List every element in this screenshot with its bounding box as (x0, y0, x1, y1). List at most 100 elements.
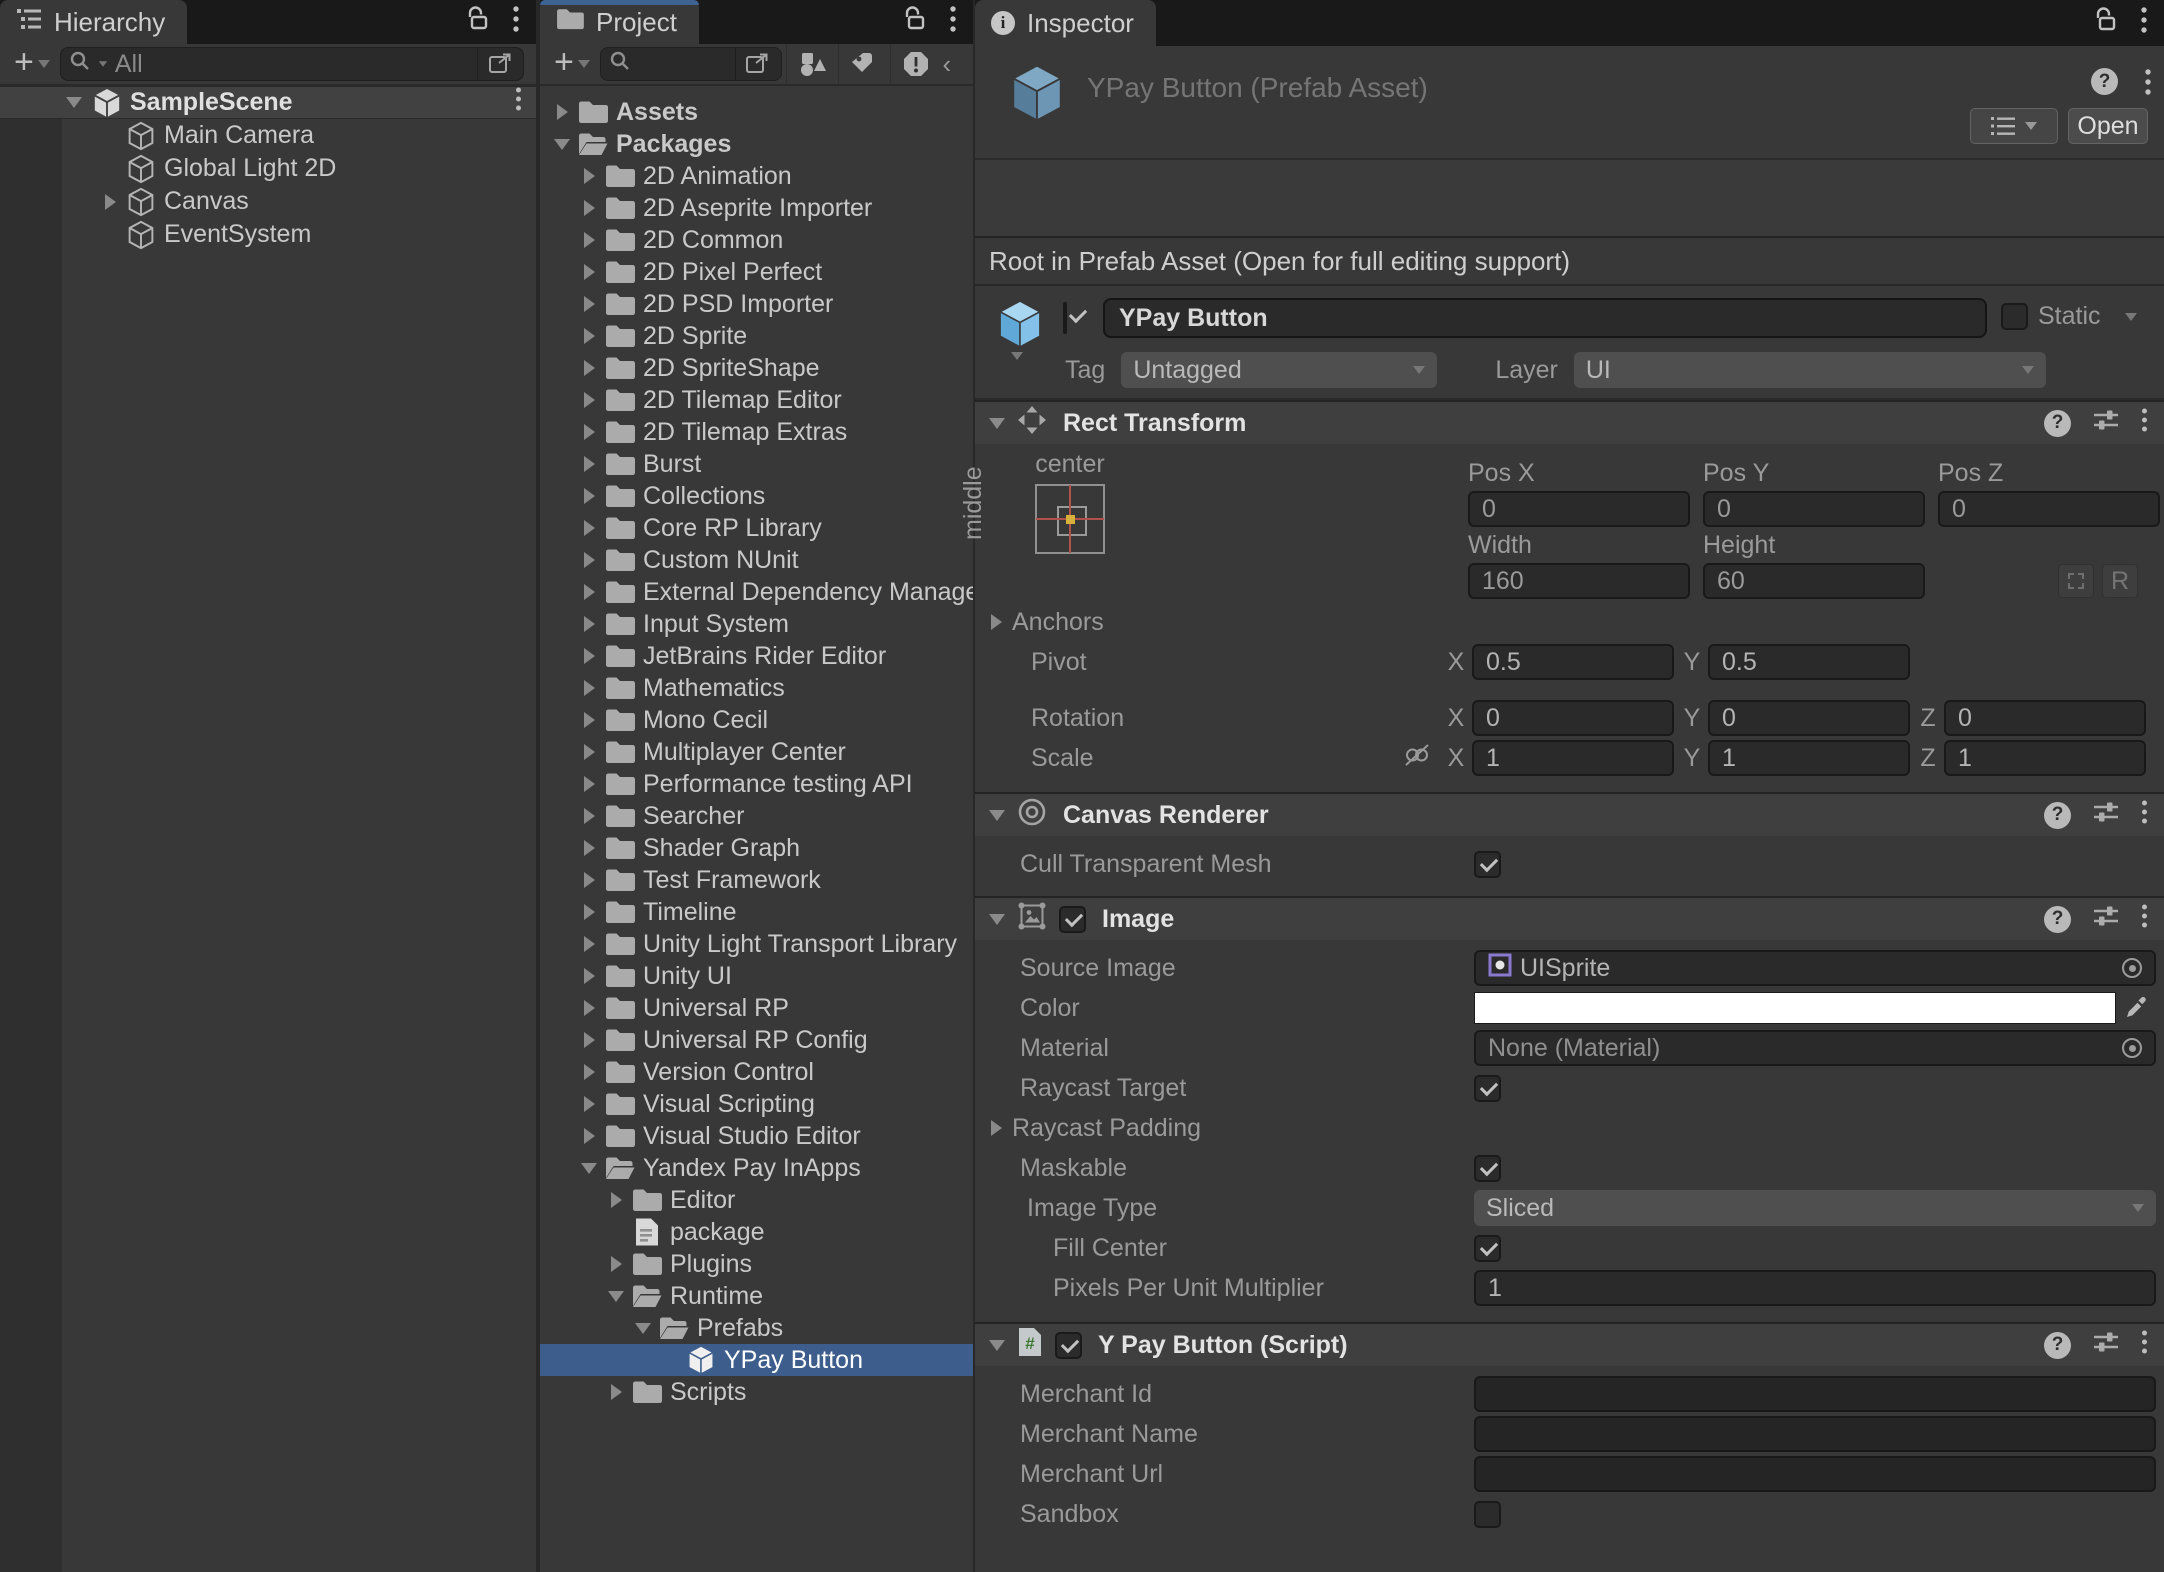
project-item-2d-tilemap-editor[interactable]: 2D Tilemap Editor (540, 384, 973, 416)
raycast-padding-foldout-icon[interactable] (991, 1120, 1002, 1136)
project-item-prefabs[interactable]: Prefabs (540, 1312, 973, 1344)
merchant-name-field[interactable] (1474, 1416, 2156, 1452)
project-item-performance-testing-api[interactable]: Performance testing API (540, 768, 973, 800)
project-item-foldout-icon[interactable] (584, 904, 595, 920)
project-item-packages[interactable]: Packages (540, 128, 973, 160)
kebab-menu-icon[interactable] (2141, 903, 2148, 936)
hierarchy-item-foldout-icon[interactable] (105, 194, 116, 210)
project-item-visual-scripting[interactable]: Visual Scripting (540, 1088, 973, 1120)
project-item-foldout-icon[interactable] (584, 520, 595, 536)
scene-foldout-icon[interactable] (66, 97, 82, 108)
search-by-label-button[interactable] (838, 44, 890, 84)
project-item-universal-rp-config[interactable]: Universal RP Config (540, 1024, 973, 1056)
pivot-y-field[interactable]: 0.5 (1708, 644, 1910, 680)
project-item-foldout-icon[interactable] (611, 1384, 622, 1400)
pos-y-field[interactable]: 0 (1703, 491, 1925, 527)
hierarchy-search-input[interactable]: All (60, 47, 524, 81)
create-asset-dropdown-icon[interactable] (578, 60, 590, 68)
project-item-foldout-icon[interactable] (581, 1163, 597, 1174)
project-item-foldout-icon[interactable] (584, 232, 595, 248)
project-item-foldout-icon[interactable] (584, 488, 595, 504)
project-item-timeline[interactable]: Timeline (540, 896, 973, 928)
hierarchy-item-global-light-2d[interactable]: Global Light 2D (0, 152, 536, 185)
lock-icon[interactable] (466, 5, 490, 39)
presets-icon[interactable] (2093, 1330, 2119, 1361)
color-swatch[interactable] (1474, 992, 2116, 1024)
project-item-foldout-icon[interactable] (608, 1291, 624, 1302)
project-item-foldout-icon[interactable] (584, 712, 595, 728)
project-item-collections[interactable]: Collections (540, 480, 973, 512)
hierarchy-item-eventsystem[interactable]: EventSystem (0, 218, 536, 251)
cull-transparent-mesh-checkbox[interactable] (1474, 851, 1501, 878)
project-item-foldout-icon[interactable] (584, 616, 595, 632)
project-item-yandex-pay-inapps[interactable]: Yandex Pay InApps (540, 1152, 973, 1184)
script-enabled-checkbox[interactable] (1055, 1332, 1082, 1359)
project-item-foldout-icon[interactable] (635, 1323, 651, 1334)
object-picker-icon[interactable] (2122, 1038, 2142, 1058)
project-item-foldout-icon[interactable] (584, 1128, 595, 1144)
project-item-searcher[interactable]: Searcher (540, 800, 973, 832)
hierarchy-item-canvas[interactable]: Canvas (0, 185, 536, 218)
width-field[interactable]: 160 (1468, 563, 1690, 599)
project-item-version-control[interactable]: Version Control (540, 1056, 973, 1088)
project-item-editor[interactable]: Editor (540, 1184, 973, 1216)
project-item-foldout-icon[interactable] (584, 296, 595, 312)
fill-center-checkbox[interactable] (1474, 1235, 1501, 1262)
lock-icon[interactable] (2094, 6, 2118, 40)
scale-y-field[interactable]: 1 (1708, 740, 1910, 776)
scale-link-icon[interactable] (1403, 742, 1431, 775)
image-component-header[interactable]: Image ? (975, 896, 2164, 940)
help-icon[interactable]: ? (2044, 802, 2071, 829)
canvas-renderer-header[interactable]: Canvas Renderer ? (975, 792, 2164, 836)
project-item-foldout-icon[interactable] (584, 744, 595, 760)
object-picker-icon[interactable] (2122, 958, 2142, 978)
rotation-x-field[interactable]: 0 (1472, 700, 1674, 736)
project-item-foldout-icon[interactable] (584, 648, 595, 664)
foldout-icon[interactable] (989, 810, 1005, 821)
search-by-type-button[interactable] (786, 44, 838, 84)
presets-icon[interactable] (2093, 408, 2119, 439)
image-type-dropdown[interactable]: Sliced (1474, 1190, 2156, 1226)
static-checkbox[interactable] (2001, 303, 2028, 330)
project-item-foldout-icon[interactable] (584, 808, 595, 824)
project-item-foldout-icon[interactable] (584, 1000, 595, 1016)
project-item-foldout-icon[interactable] (584, 392, 595, 408)
rotation-y-field[interactable]: 0 (1708, 700, 1910, 736)
rotation-z-field[interactable]: 0 (1944, 700, 2146, 736)
project-item-core-rp-library[interactable]: Core RP Library (540, 512, 973, 544)
foldout-icon[interactable] (989, 914, 1005, 925)
search-filter-dropdown-icon[interactable] (99, 61, 107, 67)
presets-icon[interactable] (2093, 904, 2119, 935)
project-item-foldout-icon[interactable] (554, 139, 570, 150)
pos-x-field[interactable]: 0 (1468, 491, 1690, 527)
ypay-button-script-header[interactable]: # Y Pay Button (Script) ? (975, 1322, 2164, 1366)
add-object-dropdown-icon[interactable] (38, 60, 50, 68)
kebab-menu-icon[interactable] (2140, 6, 2148, 41)
help-icon[interactable]: ? (2044, 906, 2071, 933)
kebab-menu-icon[interactable] (512, 5, 520, 40)
project-item-foldout-icon[interactable] (584, 680, 595, 696)
project-item-test-framework[interactable]: Test Framework (540, 864, 973, 896)
help-icon[interactable]: ? (2091, 68, 2118, 95)
kebab-menu-icon[interactable] (2144, 68, 2152, 103)
project-item-2d-animation[interactable]: 2D Animation (540, 160, 973, 192)
help-icon[interactable]: ? (2044, 1332, 2071, 1359)
game-object-active-checkbox[interactable] (1063, 302, 1067, 334)
project-item-foldout-icon[interactable] (584, 872, 595, 888)
open-prefab-button[interactable]: Open (2068, 108, 2148, 144)
project-item-visual-studio-editor[interactable]: Visual Studio Editor (540, 1120, 973, 1152)
project-item-foldout-icon[interactable] (584, 552, 595, 568)
project-item-foldout-icon[interactable] (611, 1192, 622, 1208)
project-item-foldout-icon[interactable] (584, 840, 595, 856)
search-detach-button[interactable] (477, 48, 523, 80)
raycast-target-checkbox[interactable] (1474, 1075, 1501, 1102)
project-item-ypay-button[interactable]: YPay Button (540, 1344, 973, 1376)
project-item-2d-spriteshape[interactable]: 2D SpriteShape (540, 352, 973, 384)
project-item-package[interactable]: package (540, 1216, 973, 1248)
project-item-foldout-icon[interactable] (584, 936, 595, 952)
pivot-x-field[interactable]: 0.5 (1472, 644, 1674, 680)
project-item-runtime[interactable]: Runtime (540, 1280, 973, 1312)
project-item-foldout-icon[interactable] (584, 168, 595, 184)
anchors-foldout-icon[interactable] (991, 614, 1002, 630)
sandbox-checkbox[interactable] (1474, 1501, 1501, 1528)
